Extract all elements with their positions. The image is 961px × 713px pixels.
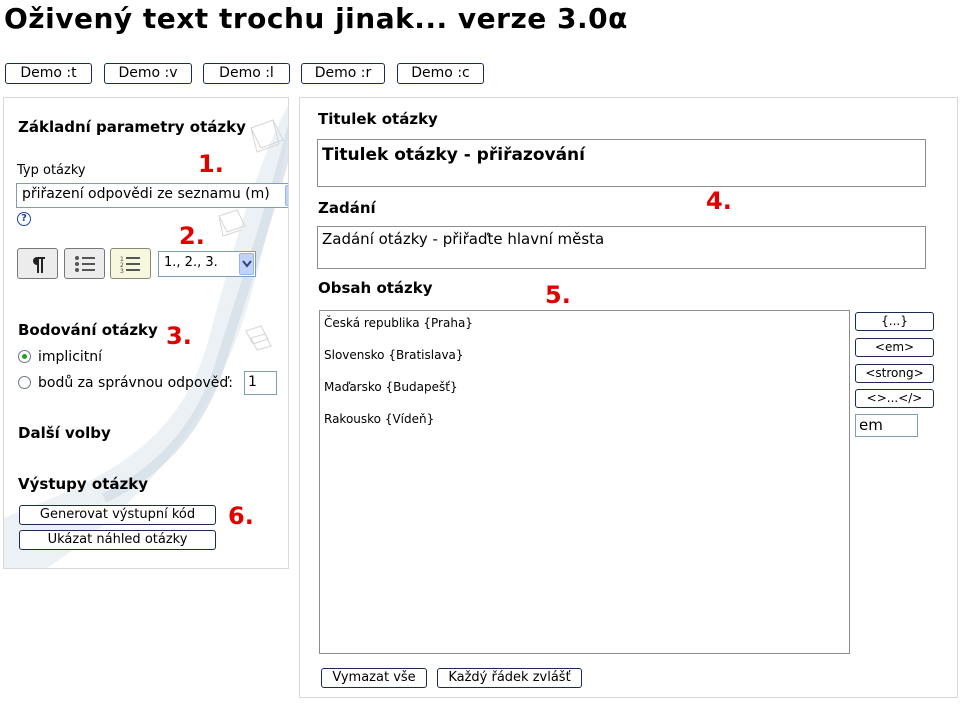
bullet-list-button[interactable]: [64, 248, 105, 279]
custom-tag-button[interactable]: <>...</>: [855, 389, 934, 408]
numbered-list-icon: 1 2 3: [120, 256, 140, 273]
scoring-heading: Bodování otázky: [18, 321, 158, 339]
strong-tag-button[interactable]: <strong>: [855, 364, 934, 383]
more-options-heading: Další volby: [18, 424, 111, 442]
demo-t-button[interactable]: Demo :t: [5, 63, 92, 84]
content-line: Rakousko {Vídeň}: [324, 412, 435, 426]
numbering-style-value: 1., 2., 3.: [164, 255, 218, 270]
clear-all-button[interactable]: Vymazat vše: [321, 668, 427, 688]
demo-v-button[interactable]: Demo :v: [104, 63, 192, 84]
question-type-select[interactable]: přiřazení odpovědi ze seznamu (m): [16, 183, 288, 208]
annotation-6: 6.: [228, 502, 254, 530]
scoring-custom-radio[interactable]: [18, 376, 31, 389]
assignment-label: Zadání: [318, 199, 376, 217]
placeholder-tag-button[interactable]: {...}: [855, 312, 934, 331]
generate-output-button[interactable]: Generovat výstupní kód: [19, 505, 216, 525]
content-label: Obsah otázky: [318, 279, 433, 297]
question-type-value: přiřazení odpovědi ze seznamu (m): [22, 186, 270, 202]
left-panel: Základní parametry otázky Typ otázky při…: [3, 97, 289, 569]
question-type-label: Typ otázky: [17, 163, 86, 178]
annotation-5: 5.: [545, 281, 571, 309]
paragraph-format-button[interactable]: [17, 248, 58, 279]
bullet-list-icon: [75, 256, 95, 272]
chevron-down-icon: [285, 185, 288, 206]
pilcrow-icon: [33, 257, 45, 273]
question-title-input[interactable]: Titulek otázky - přiřazování: [317, 139, 926, 187]
question-mark-icon[interactable]: ?: [17, 212, 31, 226]
question-title-label: Titulek otázky: [318, 110, 438, 128]
demo-r-button[interactable]: Demo :r: [301, 63, 385, 84]
chevron-down-icon: [239, 253, 254, 275]
page-title: Oživený text trochu jinak... verze 3.0α: [4, 2, 628, 35]
numbering-style-select[interactable]: 1., 2., 3.: [158, 251, 256, 277]
basic-params-heading: Základní parametry otázky: [18, 118, 246, 136]
content-line: Maďarsko {Budapešť}: [324, 380, 458, 394]
tag-name-input[interactable]: em: [855, 414, 918, 437]
content-line: Česká republika {Praha}: [324, 316, 473, 330]
svg-text:3: 3: [120, 268, 124, 273]
scoring-custom-label: bodů za správnou odpověď:: [38, 375, 234, 391]
annotation-1: 1.: [198, 150, 224, 178]
points-input[interactable]: 1: [244, 371, 277, 395]
assignment-input[interactable]: Zadání otázky - přiřaďte hlavní města: [317, 226, 926, 269]
scoring-implicit-label: implicitní: [38, 349, 103, 365]
em-tag-button[interactable]: <em>: [855, 338, 934, 357]
content-line: Slovensko {Bratislava}: [324, 348, 464, 362]
annotation-3: 3.: [166, 322, 192, 350]
demo-l-button[interactable]: Demo :l: [203, 63, 290, 84]
scoring-implicit-radio[interactable]: [18, 350, 31, 363]
demo-c-button[interactable]: Demo :c: [397, 63, 484, 84]
annotation-2: 2.: [179, 222, 205, 250]
numbered-list-button[interactable]: 1 2 3: [110, 248, 151, 279]
each-line-separately-button[interactable]: Každý řádek zvlášť: [437, 668, 582, 688]
content-textarea[interactable]: Česká republika {Praha} Slovensko {Brati…: [319, 310, 850, 654]
outputs-heading: Výstupy otázky: [18, 475, 148, 493]
preview-question-button[interactable]: Ukázat náhled otázky: [19, 530, 216, 550]
annotation-4: 4.: [706, 187, 732, 215]
